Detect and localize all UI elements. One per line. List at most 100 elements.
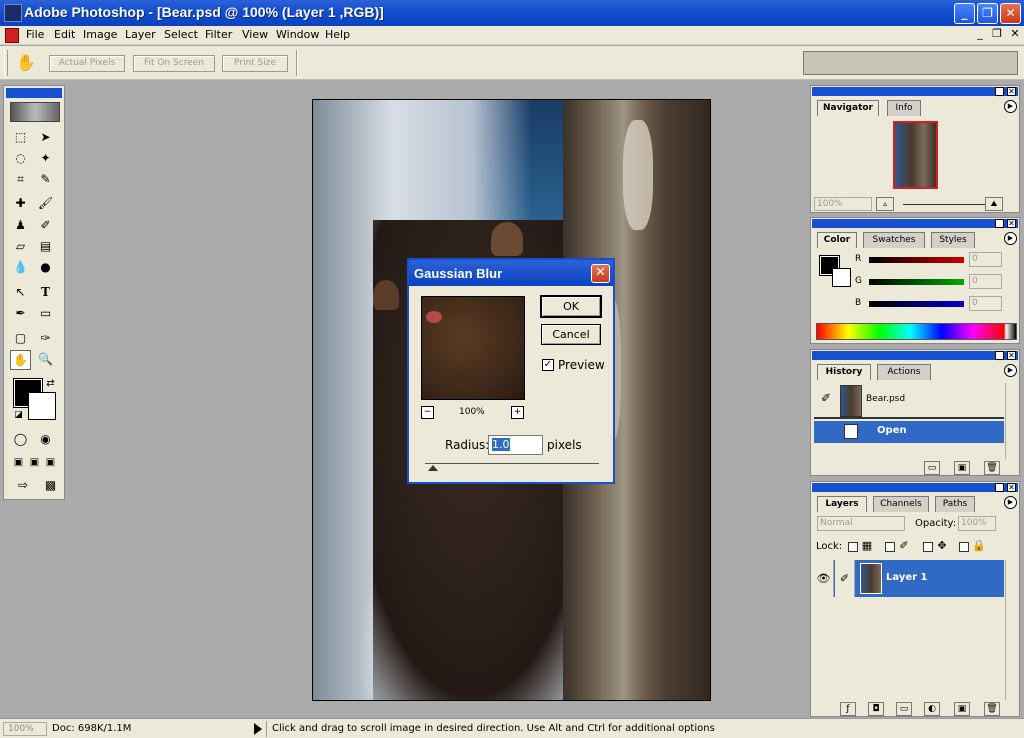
background-color-swatch[interactable] [832,268,851,287]
green-value-field[interactable]: 0 [969,274,1002,289]
lock-image-checkbox[interactable] [885,542,895,552]
zoom-icon[interactable]: 🔍 [35,350,56,370]
toolbox-title-bar[interactable] [6,88,62,98]
hand-tool-icon[interactable]: ✋ [10,350,31,370]
history-snapshot[interactable]: ✐ Bear.psd [814,383,1004,419]
healing-brush-icon[interactable]: ✚ [10,194,31,214]
ok-button[interactable]: OK [540,295,602,318]
doc-restore-button[interactable]: ❐ [990,28,1004,42]
brush-icon[interactable]: ✐ [835,560,855,597]
brush-icon[interactable]: 🖌 [35,194,56,214]
adjustment-layer-icon[interactable]: ◐ [924,702,940,716]
tab-styles[interactable]: Styles [931,232,975,248]
tab-actions[interactable]: Actions [877,364,931,380]
menu-view[interactable]: View [242,28,268,41]
radius-slider-thumb[interactable] [428,465,438,471]
background-color-swatch[interactable] [28,392,56,420]
history-state[interactable]: Open [814,421,1004,443]
lasso-icon[interactable]: ◌ [10,149,31,169]
tab-history[interactable]: History [817,364,871,380]
tab-color[interactable]: Color [817,232,857,248]
palette-title-bar[interactable] [812,219,1018,228]
delete-state-icon[interactable]: 🗑 [984,461,1000,475]
new-layer-icon[interactable]: ▣ [954,702,970,716]
eraser-icon[interactable]: ▱ [10,237,31,257]
menu-window[interactable]: Window [276,28,319,41]
palette-menu-icon[interactable]: ▶ [1004,232,1017,245]
new-document-from-state-icon[interactable]: ▭ [924,461,940,475]
blur-icon[interactable]: 💧 [10,258,31,278]
pen-icon[interactable]: ✒ [10,304,31,324]
cancel-button[interactable]: Cancel [541,324,601,345]
palette-minimize-icon[interactable]: _ [995,351,1004,360]
palette-close-icon[interactable]: ✕ [1007,351,1016,360]
status-zoom-field[interactable]: 100% [3,722,47,736]
preview-zoom-in-button[interactable]: + [511,406,524,419]
palette-minimize-icon[interactable]: _ [995,219,1004,228]
marquee-icon[interactable]: ⬚ [10,128,31,148]
doc-minimize-button[interactable]: _ [973,28,987,42]
blend-mode-select[interactable]: Normal [817,516,905,531]
layer-style-icon[interactable]: ƒ [840,702,856,716]
clone-stamp-icon[interactable]: ♟ [10,216,31,236]
path-selection-icon[interactable]: ↖ [10,283,31,303]
eye-icon[interactable]: 👁 [814,560,834,597]
fit-on-screen-button[interactable]: Fit On Screen [133,55,215,72]
tab-info[interactable]: Info [887,100,921,116]
history-brush-icon[interactable]: ✐ [35,216,56,236]
layer-mask-icon[interactable]: ◘ [868,702,884,716]
rectangle-icon[interactable]: ▭ [35,304,56,324]
tab-layers[interactable]: Layers [817,496,867,512]
gradient-icon[interactable]: ▤ [35,237,56,257]
slice-icon[interactable]: ✎ [35,170,56,190]
actual-pixels-button[interactable]: Actual Pixels [49,55,125,72]
palette-title-bar[interactable] [812,351,1018,360]
menu-layer[interactable]: Layer [125,28,156,41]
menu-file[interactable]: File [26,28,44,41]
imageready-icon[interactable]: ▩ [40,476,61,496]
dialog-close-icon[interactable]: ✕ [591,264,610,283]
doc-close-button[interactable]: ✕ [1008,28,1022,42]
palette-title-bar[interactable] [812,483,1018,492]
new-snapshot-icon[interactable]: ▣ [954,461,970,475]
palette-close-icon[interactable]: ✕ [1007,87,1016,96]
red-slider[interactable] [869,257,964,263]
menu-image[interactable]: Image [83,28,117,41]
standard-mode-icon[interactable]: ◯ [10,430,31,450]
swap-colors-icon[interactable]: ⇄ [40,374,61,394]
radius-slider-track[interactable] [425,463,599,464]
red-value-field[interactable]: 0 [969,252,1002,267]
palette-minimize-icon[interactable]: _ [995,483,1004,492]
palette-minimize-icon[interactable]: _ [995,87,1004,96]
green-slider[interactable] [869,279,964,285]
new-set-icon[interactable]: ▭ [896,702,912,716]
menu-select[interactable]: Select [164,28,198,41]
layer-row[interactable]: 👁 ✐ Layer 1 [814,560,1004,597]
navigator-zoom-slider[interactable] [903,204,985,205]
crop-icon[interactable]: ⌗ [10,170,31,190]
document-icon[interactable] [5,28,19,43]
navigator-thumbnail[interactable] [893,121,938,189]
palette-close-icon[interactable]: ✕ [1007,483,1016,492]
palette-menu-icon[interactable]: ▶ [1004,100,1017,113]
blue-slider[interactable] [869,301,964,307]
layers-scrollbar[interactable] [1005,560,1017,700]
notes-icon[interactable]: ▢ [10,329,31,349]
maximize-button[interactable]: ❐ [977,3,998,24]
dodge-icon[interactable]: ● [35,258,56,278]
navigator-zoom-field[interactable]: 100% [814,197,872,211]
eyedropper-icon[interactable]: ✑ [35,329,56,349]
type-icon[interactable]: T [35,283,56,303]
close-button[interactable]: ✕ [1000,3,1021,24]
palette-title-bar[interactable] [812,87,1018,96]
opacity-field[interactable]: 100% [958,516,996,531]
minimize-button[interactable]: _ [954,3,975,24]
menu-filter[interactable]: Filter [205,28,232,41]
delete-layer-icon[interactable]: 🗑 [984,702,1000,716]
palette-menu-icon[interactable]: ▶ [1004,364,1017,377]
adobe-online-icon[interactable] [10,102,60,122]
tab-swatches[interactable]: Swatches [863,232,925,248]
history-scrollbar[interactable] [1005,383,1017,459]
preview-label[interactable]: Preview [558,358,605,372]
menu-help[interactable]: Help [325,28,350,41]
